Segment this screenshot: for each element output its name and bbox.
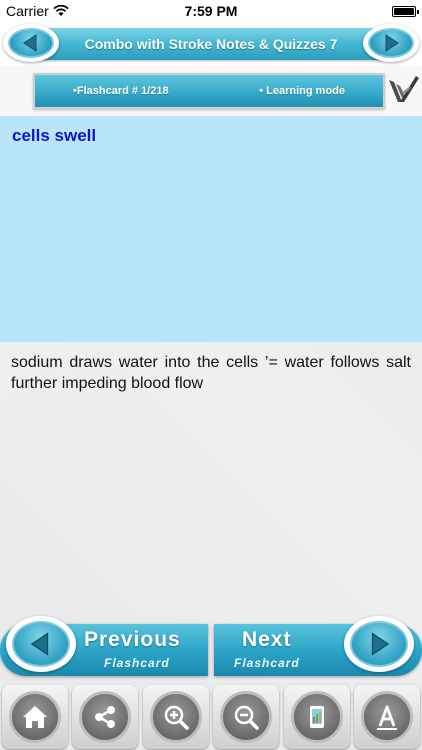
phone-icon [309, 706, 324, 728]
back-button[interactable] [3, 24, 59, 62]
wifi-icon [53, 5, 69, 16]
zoom-out-icon [234, 705, 259, 730]
info-band: •Flashcard # 1/218 • Learning mode [33, 73, 385, 109]
arrow-left-icon [30, 632, 49, 656]
logo-icon [389, 76, 419, 102]
arrow-right-icon [385, 34, 399, 52]
status-bar: Carrier 7:59 PM [0, 0, 422, 22]
answer-text: sodium draws water into the cells ’= wat… [11, 354, 411, 392]
share-button[interactable] [72, 685, 139, 749]
page-title: Combo with Stroke Notes & Quizzes 7 [84, 36, 338, 52]
share-icon [95, 706, 116, 728]
arrow-left-icon [23, 34, 37, 52]
home-button[interactable] [2, 685, 68, 749]
home-icon [23, 706, 47, 728]
zoom-in-button[interactable] [142, 685, 209, 749]
next-label: Next [242, 628, 292, 651]
mode-label: • Learning mode [259, 85, 345, 97]
carrier-label: Carrier [6, 3, 49, 19]
previous-label: Previous [84, 628, 181, 651]
arrow-right-icon [371, 632, 390, 656]
font-icon [376, 705, 397, 730]
more-apps-button[interactable] [283, 685, 350, 749]
next-arrow-button[interactable] [344, 616, 414, 672]
forward-button[interactable] [363, 24, 419, 62]
title-bar: Combo with Stroke Notes & Quizzes 7 [0, 22, 422, 66]
answer-panel: sodium draws water into the cells ’= wat… [0, 342, 422, 612]
question-text: cells swell [12, 126, 97, 145]
flashcard-navigation: Previous Flashcard Next Flashcard [0, 616, 422, 682]
next-sub-label: Flashcard [234, 656, 300, 670]
question-panel: cells swell [0, 116, 422, 342]
bottom-toolbar [0, 682, 422, 750]
title-band: Combo with Stroke Notes & Quizzes 7 [22, 28, 400, 60]
zoom-out-button[interactable] [213, 685, 280, 749]
zoom-in-icon [164, 705, 189, 730]
font-settings-button[interactable] [353, 685, 420, 749]
flashcard-counter: •Flashcard # 1/218 [73, 85, 169, 97]
battery-icon [392, 5, 419, 17]
previous-arrow-button[interactable] [6, 616, 76, 672]
status-left: Carrier [6, 3, 69, 19]
info-bar: •Flashcard # 1/218 • Learning mode [0, 66, 422, 116]
previous-sub-label: Flashcard [104, 656, 170, 670]
